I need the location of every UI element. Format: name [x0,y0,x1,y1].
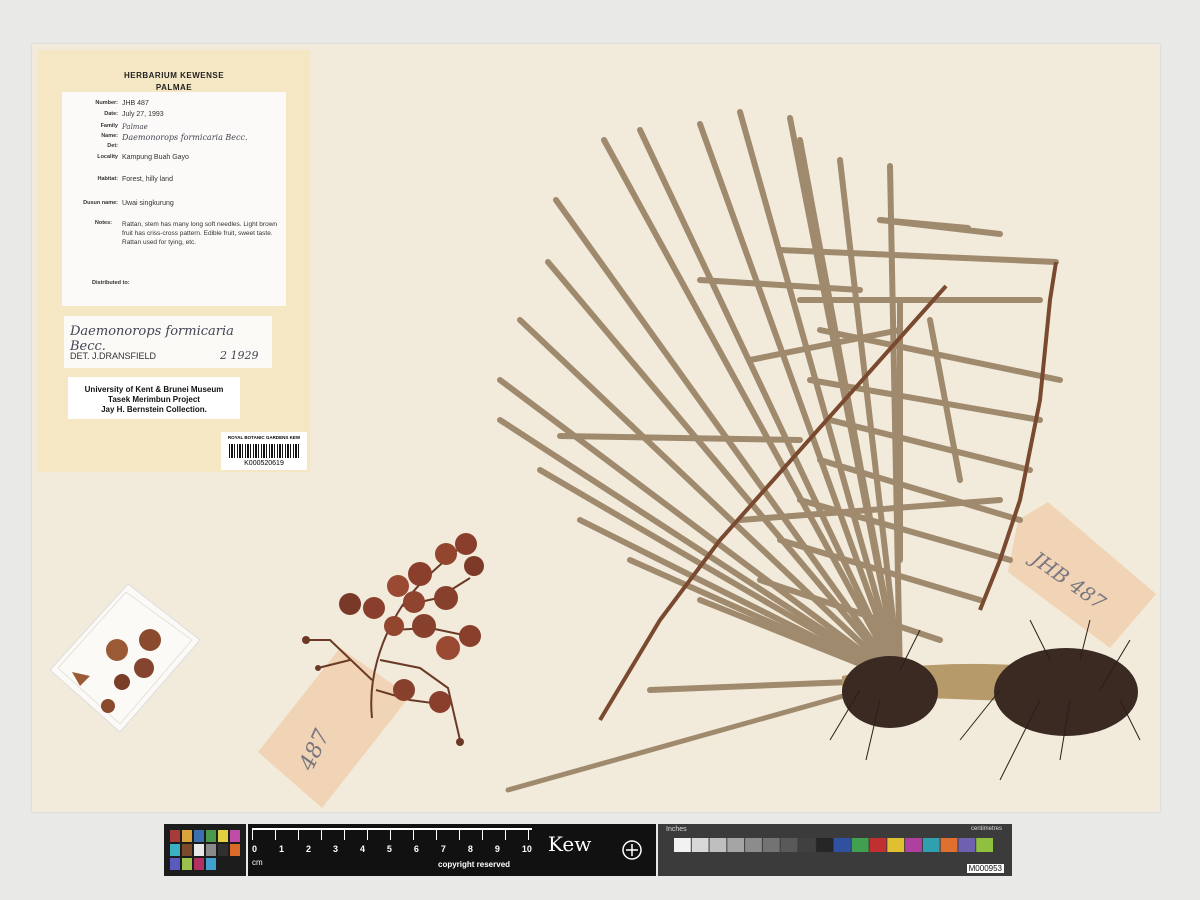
ruler-number: 1 [278,844,284,854]
color-patch [762,838,780,852]
ruler-ticks [252,828,532,840]
color-checker-left [164,824,246,876]
seed-packet [49,583,201,733]
color-patch [780,838,798,852]
color-patch [976,838,993,852]
color-patch [816,838,833,852]
color-patch [170,844,180,856]
color-patch [922,838,940,852]
color-patch [709,838,727,852]
ruler-number: 9 [494,844,500,854]
color-patch [905,838,922,852]
ruler-numbers: 0 1 2 3 4 5 6 7 8 9 10 [252,844,532,854]
color-patches-right [674,838,993,852]
ruler-number: 7 [440,844,446,854]
loose-fruit [139,629,161,651]
color-patch [182,858,192,870]
ruler-number: 2 [305,844,311,854]
color-patch [206,830,216,842]
color-patch [691,838,709,852]
specimen-illustration: 487 JHB 487 [49,109,1156,808]
color-patch [745,838,762,852]
color-patch [958,838,976,852]
card-id: M000953 [966,864,1004,873]
color-patch [194,844,204,856]
color-patch [218,830,228,842]
loose-fruit [114,674,130,690]
color-patches-left [170,830,240,870]
color-patch [869,838,887,852]
kew-logo: Kew [548,832,592,856]
ruler-unit: cm [252,858,263,867]
color-patch [834,838,851,852]
color-checker-right: Inches centimetres M000953 [658,824,1012,876]
loose-fruit [101,699,115,713]
copyright-text: copyright reserved [438,860,511,869]
color-patch [170,858,180,870]
color-patch [230,844,240,856]
color-patch [887,838,905,852]
fruit-specimen-tag: 487 [258,648,410,808]
color-patch [194,830,204,842]
centimetres-label: centimetres [970,826,1002,832]
color-patch [206,858,216,870]
color-patch [182,844,192,856]
scale-bar-strip: 0 1 2 3 4 5 6 7 8 9 10 cm copyright rese… [164,824,1012,876]
color-patch [170,830,180,842]
loose-fruit [134,658,154,678]
cm-ruler: 0 1 2 3 4 5 6 7 8 9 10 cm copyright rese… [248,824,536,876]
color-patch [206,844,216,856]
ruler-number: 6 [413,844,419,854]
color-patch [218,844,228,856]
ruler-number: 8 [467,844,473,854]
color-patch [674,838,691,852]
color-patch [940,838,958,852]
ruler-number: 3 [332,844,338,854]
crest-icon [622,840,642,860]
color-patch [230,830,240,842]
color-patch [194,858,204,870]
color-patch [182,830,192,842]
ruler-number: 10 [521,844,532,854]
kew-logo-panel: Kew [536,824,656,876]
color-patch [727,838,745,852]
ruler-number: 4 [359,844,365,854]
ruler-number: 5 [386,844,392,854]
ruler-number: 0 [252,844,258,854]
color-patch [798,838,816,852]
loose-fruit [106,639,128,661]
color-patch [851,838,869,852]
leaf-specimen-tag: JHB 487 [1008,502,1156,648]
inches-label: Inches [666,826,687,833]
